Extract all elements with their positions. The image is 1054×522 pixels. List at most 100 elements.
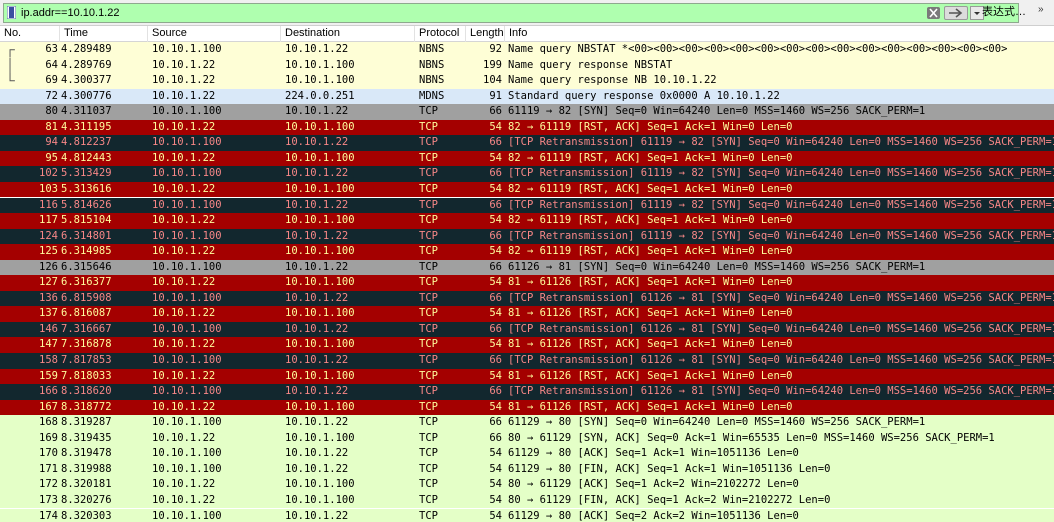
packet-row[interactable]: 95 4.812443 10.10.1.22 10.10.1.100 TCP 54 82 →… bbox=[0, 150, 1054, 167]
cell-proto: TCP bbox=[419, 260, 438, 273]
cell-info: [TCP Retransmission] 61119 → 82 [SYN] Se… bbox=[508, 136, 1054, 149]
cell-src: 10.10.1.22 bbox=[152, 151, 216, 164]
packet-list[interactable]: 63 4.289489 10.10.1.100 10.10.1.22 NBNS 92 Nam… bbox=[0, 42, 1054, 522]
column-header-destination[interactable]: Destination bbox=[281, 26, 415, 42]
cell-proto: NBNS bbox=[419, 43, 445, 55]
cell-no: 125 bbox=[39, 245, 58, 258]
packet-row[interactable]: 159 7.818033 10.10.1.22 10.10.1.100 TCP 54 81 … bbox=[0, 368, 1054, 385]
packet-row[interactable]: 136 6.815908 10.10.1.100 10.10.1.22 TCP 66 [TC… bbox=[0, 290, 1054, 307]
overflow-icon[interactable]: » bbox=[1038, 4, 1044, 15]
cell-len: 54 bbox=[489, 369, 502, 382]
packet-row[interactable]: 94 4.812237 10.10.1.100 10.10.1.22 TCP 66 [TCP… bbox=[0, 135, 1054, 151]
packet-row[interactable]: 116 5.814626 10.10.1.100 10.10.1.22 TCP 66 [TC… bbox=[0, 197, 1054, 213]
cell-info: [TCP Retransmission] 61126 → 81 [SYN] Se… bbox=[508, 385, 1054, 398]
packet-row[interactable]: 69 4.300377 10.10.1.22 10.10.1.100 NBNS 104 Na… bbox=[0, 73, 1054, 89]
cell-dst: 10.10.1.100 bbox=[285, 214, 355, 227]
cell-proto: TCP bbox=[419, 431, 438, 444]
cell-info: 81 → 61126 [RST, ACK] Seq=1 Ack=1 Win=0 … bbox=[508, 369, 793, 382]
packet-row[interactable]: 170 8.319478 10.10.1.100 10.10.1.22 TCP 54 611… bbox=[0, 446, 1054, 462]
cell-src: 10.10.1.100 bbox=[152, 462, 222, 475]
cell-proto: TCP bbox=[419, 198, 438, 211]
packet-row[interactable]: 166 8.318620 10.10.1.100 10.10.1.22 TCP 66 [TC… bbox=[0, 384, 1054, 400]
cell-time: 4.311195 bbox=[61, 120, 112, 133]
packet-row[interactable]: 137 6.816087 10.10.1.22 10.10.1.100 TCP 54 81 … bbox=[0, 306, 1054, 322]
cell-info: 82 → 61119 [RST, ACK] Seq=1 Ack=1 Win=0 … bbox=[508, 214, 793, 227]
packet-row[interactable]: 63 4.289489 10.10.1.100 10.10.1.22 NBNS 92 Nam… bbox=[0, 42, 1054, 58]
cell-proto: TCP bbox=[419, 105, 438, 118]
cell-time: 8.319287 bbox=[61, 416, 112, 429]
packet-row[interactable]: 72 4.300776 10.10.1.22 224.0.0.251 MDNS 91 Sta… bbox=[0, 88, 1054, 105]
packet-row[interactable]: 172 8.320181 10.10.1.22 10.10.1.100 TCP 54 80 … bbox=[0, 477, 1054, 493]
cell-no: 81 bbox=[45, 120, 58, 133]
cell-proto: TCP bbox=[419, 291, 438, 304]
packet-row[interactable]: 158 7.817853 10.10.1.100 10.10.1.22 TCP 66 [TC… bbox=[0, 353, 1054, 369]
cell-info: 82 → 61119 [RST, ACK] Seq=1 Ack=1 Win=0 … bbox=[508, 182, 793, 195]
cell-len: 54 bbox=[489, 509, 502, 522]
cell-src: 10.10.1.22 bbox=[152, 276, 216, 289]
cell-time: 4.289769 bbox=[61, 58, 112, 71]
packet-row[interactable]: 169 8.319435 10.10.1.22 10.10.1.100 TCP 66 80 … bbox=[0, 430, 1054, 447]
cell-no: 63 bbox=[45, 43, 58, 55]
cell-no: 127 bbox=[39, 276, 58, 289]
cell-time: 6.316377 bbox=[61, 276, 112, 289]
packet-row[interactable]: 127 6.316377 10.10.1.22 10.10.1.100 TCP 54 81 … bbox=[0, 275, 1054, 291]
column-header-protocol[interactable]: Protocol bbox=[415, 26, 466, 42]
cell-len: 54 bbox=[489, 462, 502, 475]
column-header-time[interactable]: Time bbox=[60, 26, 148, 42]
packet-row[interactable]: 167 8.318772 10.10.1.22 10.10.1.100 TCP 54 81 … bbox=[0, 399, 1054, 416]
cell-time: 6.315646 bbox=[61, 260, 112, 273]
clear-x-icon[interactable] bbox=[927, 7, 940, 19]
cell-proto: TCP bbox=[419, 151, 438, 164]
cell-time: 8.320303 bbox=[61, 509, 112, 522]
packet-row[interactable]: 174 8.320303 10.10.1.100 10.10.1.22 TCP 54 611… bbox=[0, 508, 1054, 522]
cell-len: 66 bbox=[489, 136, 502, 149]
arrow-right-icon[interactable] bbox=[944, 6, 968, 20]
cell-time: 8.318620 bbox=[61, 385, 112, 398]
packet-row[interactable]: 124 6.314801 10.10.1.100 10.10.1.22 TCP 66 [TC… bbox=[0, 228, 1054, 245]
cell-info: Standard query response 0x0000 A 10.10.1… bbox=[508, 89, 780, 102]
cell-len: 66 bbox=[489, 322, 502, 335]
cell-src: 10.10.1.22 bbox=[152, 182, 216, 195]
cell-no: 72 bbox=[45, 89, 58, 102]
cell-no: 174 bbox=[39, 509, 58, 522]
cell-dst: 10.10.1.22 bbox=[285, 291, 349, 304]
cell-time: 7.316667 bbox=[61, 322, 112, 335]
packet-row[interactable]: 80 4.311037 10.10.1.100 10.10.1.22 TCP 66 6111… bbox=[0, 104, 1054, 120]
cell-no: 170 bbox=[39, 447, 58, 460]
cell-dst: 10.10.1.100 bbox=[285, 431, 355, 444]
column-header-no[interactable]: No. bbox=[0, 26, 60, 42]
packet-row[interactable]: 171 8.319988 10.10.1.100 10.10.1.22 TCP 54 611… bbox=[0, 461, 1054, 478]
cell-proto: TCP bbox=[419, 354, 438, 366]
packet-row[interactable]: 126 6.315646 10.10.1.100 10.10.1.22 TCP 66 611… bbox=[0, 259, 1054, 276]
cell-src: 10.10.1.22 bbox=[152, 431, 216, 444]
cell-dst: 10.10.1.22 bbox=[285, 416, 349, 429]
packet-row[interactable]: 64 4.289769 10.10.1.22 10.10.1.100 NBNS 199 Na… bbox=[0, 57, 1054, 74]
cell-len: 66 bbox=[489, 431, 502, 444]
packet-row[interactable]: 117 5.815104 10.10.1.22 10.10.1.100 TCP 54 82 … bbox=[0, 213, 1054, 229]
cell-len: 66 bbox=[489, 198, 502, 211]
column-header-length[interactable]: Length bbox=[466, 26, 505, 42]
display-filter-field[interactable] bbox=[3, 3, 1019, 23]
column-header-source[interactable]: Source bbox=[148, 26, 281, 42]
cell-proto: TCP bbox=[419, 447, 438, 460]
bookmark-icon[interactable] bbox=[7, 6, 16, 19]
cell-src: 10.10.1.100 bbox=[152, 416, 222, 429]
packet-row[interactable]: 125 6.314985 10.10.1.22 10.10.1.100 TCP 54 82 … bbox=[0, 244, 1054, 260]
column-header-info[interactable]: Info bbox=[505, 26, 1054, 42]
packet-row[interactable]: 102 5.313429 10.10.1.100 10.10.1.22 TCP 66 [TC… bbox=[0, 166, 1054, 182]
cell-dst: 10.10.1.22 bbox=[285, 136, 349, 149]
packet-row[interactable]: 168 8.319287 10.10.1.100 10.10.1.22 TCP 66 611… bbox=[0, 415, 1054, 431]
cell-proto: TCP bbox=[419, 245, 438, 258]
cell-time: 7.818033 bbox=[61, 369, 112, 382]
packet-row[interactable]: 81 4.311195 10.10.1.22 10.10.1.100 TCP 54 82 →… bbox=[0, 119, 1054, 136]
cell-info: 61129 → 80 [SYN] Seq=0 Win=64240 Len=0 M… bbox=[508, 416, 926, 429]
packet-row[interactable]: 173 8.320276 10.10.1.22 10.10.1.100 TCP 54 80 … bbox=[0, 492, 1054, 509]
packet-row[interactable]: 103 5.313616 10.10.1.22 10.10.1.100 TCP 54 82 … bbox=[0, 181, 1054, 198]
display-filter-input[interactable] bbox=[21, 4, 901, 22]
packet-row[interactable]: 147 7.316878 10.10.1.22 10.10.1.100 TCP 54 81 … bbox=[0, 337, 1054, 353]
expression-button[interactable]: 表达式… bbox=[982, 3, 1026, 19]
cell-no: 168 bbox=[39, 416, 58, 429]
cell-src: 10.10.1.100 bbox=[152, 385, 222, 398]
packet-row[interactable]: 146 7.316667 10.10.1.100 10.10.1.22 TCP 66 [TC… bbox=[0, 321, 1054, 338]
cell-time: 4.311037 bbox=[61, 105, 112, 118]
